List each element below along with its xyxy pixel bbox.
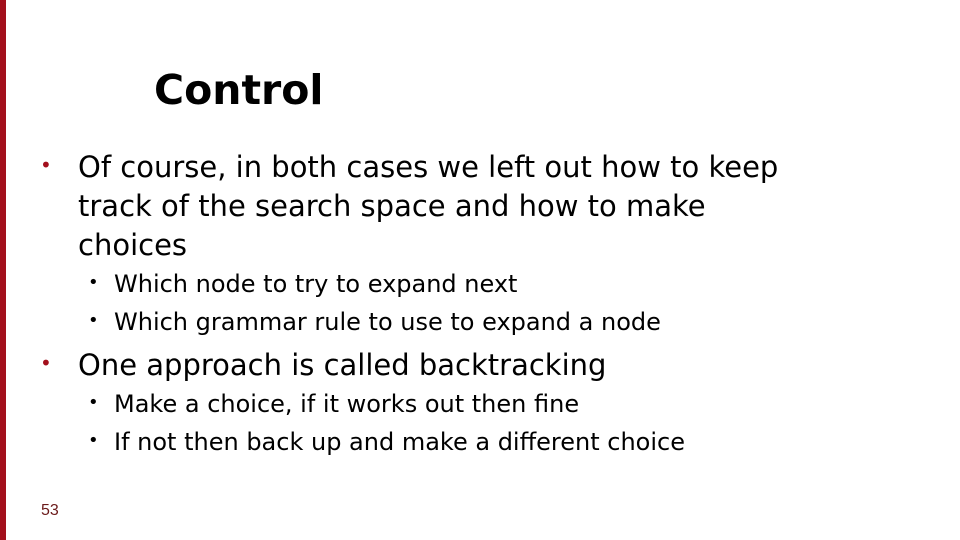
sub-bullet-text: Which node to try to expand next (114, 270, 518, 298)
bullet-text: Of course, in both cases we left out how… (78, 150, 779, 262)
sub-bullet-dot-icon: • (88, 272, 99, 293)
slide-title: Control (154, 66, 324, 114)
sub-bullet-text: Which grammar rule to use to expand a no… (114, 308, 661, 336)
sub-bullet-dot-icon: • (88, 392, 99, 413)
sub-bullet-text: Make a choice, if it works out then fine (114, 390, 580, 418)
bullet-dot-icon: • (40, 351, 52, 375)
bullet-item: • One approach is called backtracking (40, 346, 800, 385)
bullet-list: • Of course, in both cases we left out h… (40, 148, 800, 464)
bullet-dot-icon: • (40, 153, 52, 177)
sub-bullet-item: • Which grammar rule to use to expand a … (40, 306, 800, 338)
bullet-text: One approach is called backtracking (78, 348, 607, 382)
accent-bar (0, 0, 6, 540)
sub-bullet-item: • Which node to try to expand next (40, 268, 800, 300)
sub-bullet-item: • Make a choice, if it works out then fi… (40, 388, 800, 420)
page-number: 53 (41, 502, 59, 519)
sub-bullet-text: If not then back up and make a different… (114, 428, 685, 456)
slide: Control • Of course, in both cases we le… (0, 0, 960, 540)
sub-bullet-item: • If not then back up and make a differe… (40, 426, 800, 458)
sub-bullet-dot-icon: • (88, 430, 99, 451)
sub-bullet-dot-icon: • (88, 310, 99, 331)
bullet-item: • Of course, in both cases we left out h… (40, 148, 800, 265)
